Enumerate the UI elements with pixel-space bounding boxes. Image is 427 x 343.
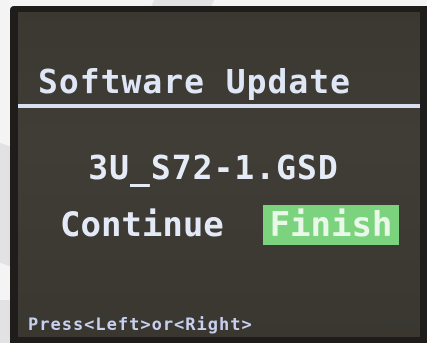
update-filename: 3U_S72-1.GSD xyxy=(88,148,339,187)
finish-option[interactable]: Finish xyxy=(263,205,399,245)
continue-option[interactable]: Continue xyxy=(60,205,224,245)
navigation-hint: Press<Left>or<Right> xyxy=(28,315,253,335)
screen-title: Software Update xyxy=(38,62,352,101)
title-divider xyxy=(18,104,420,108)
